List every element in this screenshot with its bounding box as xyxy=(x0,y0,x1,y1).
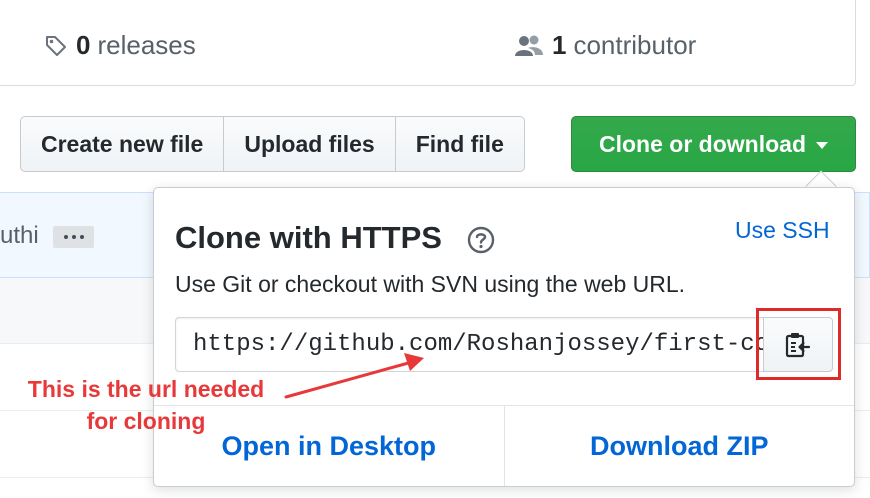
clone-description: Use Git or checkout with SVN using the w… xyxy=(175,271,686,297)
releases-label: releases xyxy=(97,30,196,60)
contributors-stat[interactable]: 1 contributor xyxy=(514,30,696,61)
commit-author[interactable]: uthi xyxy=(0,222,39,250)
clone-url-input[interactable]: https://github.com/Roshanjossey/first-co… xyxy=(175,317,775,372)
commit-message-expand-button[interactable] xyxy=(53,226,94,248)
clone-popover-title: Clone with HTTPS xyxy=(175,220,442,255)
use-ssh-link[interactable]: Use SSH xyxy=(735,217,830,244)
releases-count: 0 xyxy=(76,30,91,60)
releases-stat[interactable]: 0 releases xyxy=(44,30,196,61)
download-zip-button[interactable]: Download ZIP xyxy=(503,406,855,486)
copy-button-highlight xyxy=(756,308,841,380)
file-actions: Create new file Upload files Find file xyxy=(20,116,525,172)
people-icon xyxy=(515,35,543,56)
contributors-label: contributor xyxy=(573,30,697,60)
tag-icon xyxy=(46,35,66,56)
create-new-file-button[interactable]: Create new file xyxy=(20,116,225,172)
clone-or-download-label: Clone or download xyxy=(599,130,806,157)
annotation-note: This is the url needed for cloning xyxy=(27,376,265,434)
contributors-count: 1 xyxy=(552,30,567,60)
clone-or-download-button[interactable]: Clone or download xyxy=(571,116,856,172)
caret-down-icon xyxy=(816,141,828,149)
upload-files-button[interactable]: Upload files xyxy=(223,116,396,172)
question-icon[interactable] xyxy=(467,226,495,254)
find-file-button[interactable]: Find file xyxy=(394,116,525,172)
